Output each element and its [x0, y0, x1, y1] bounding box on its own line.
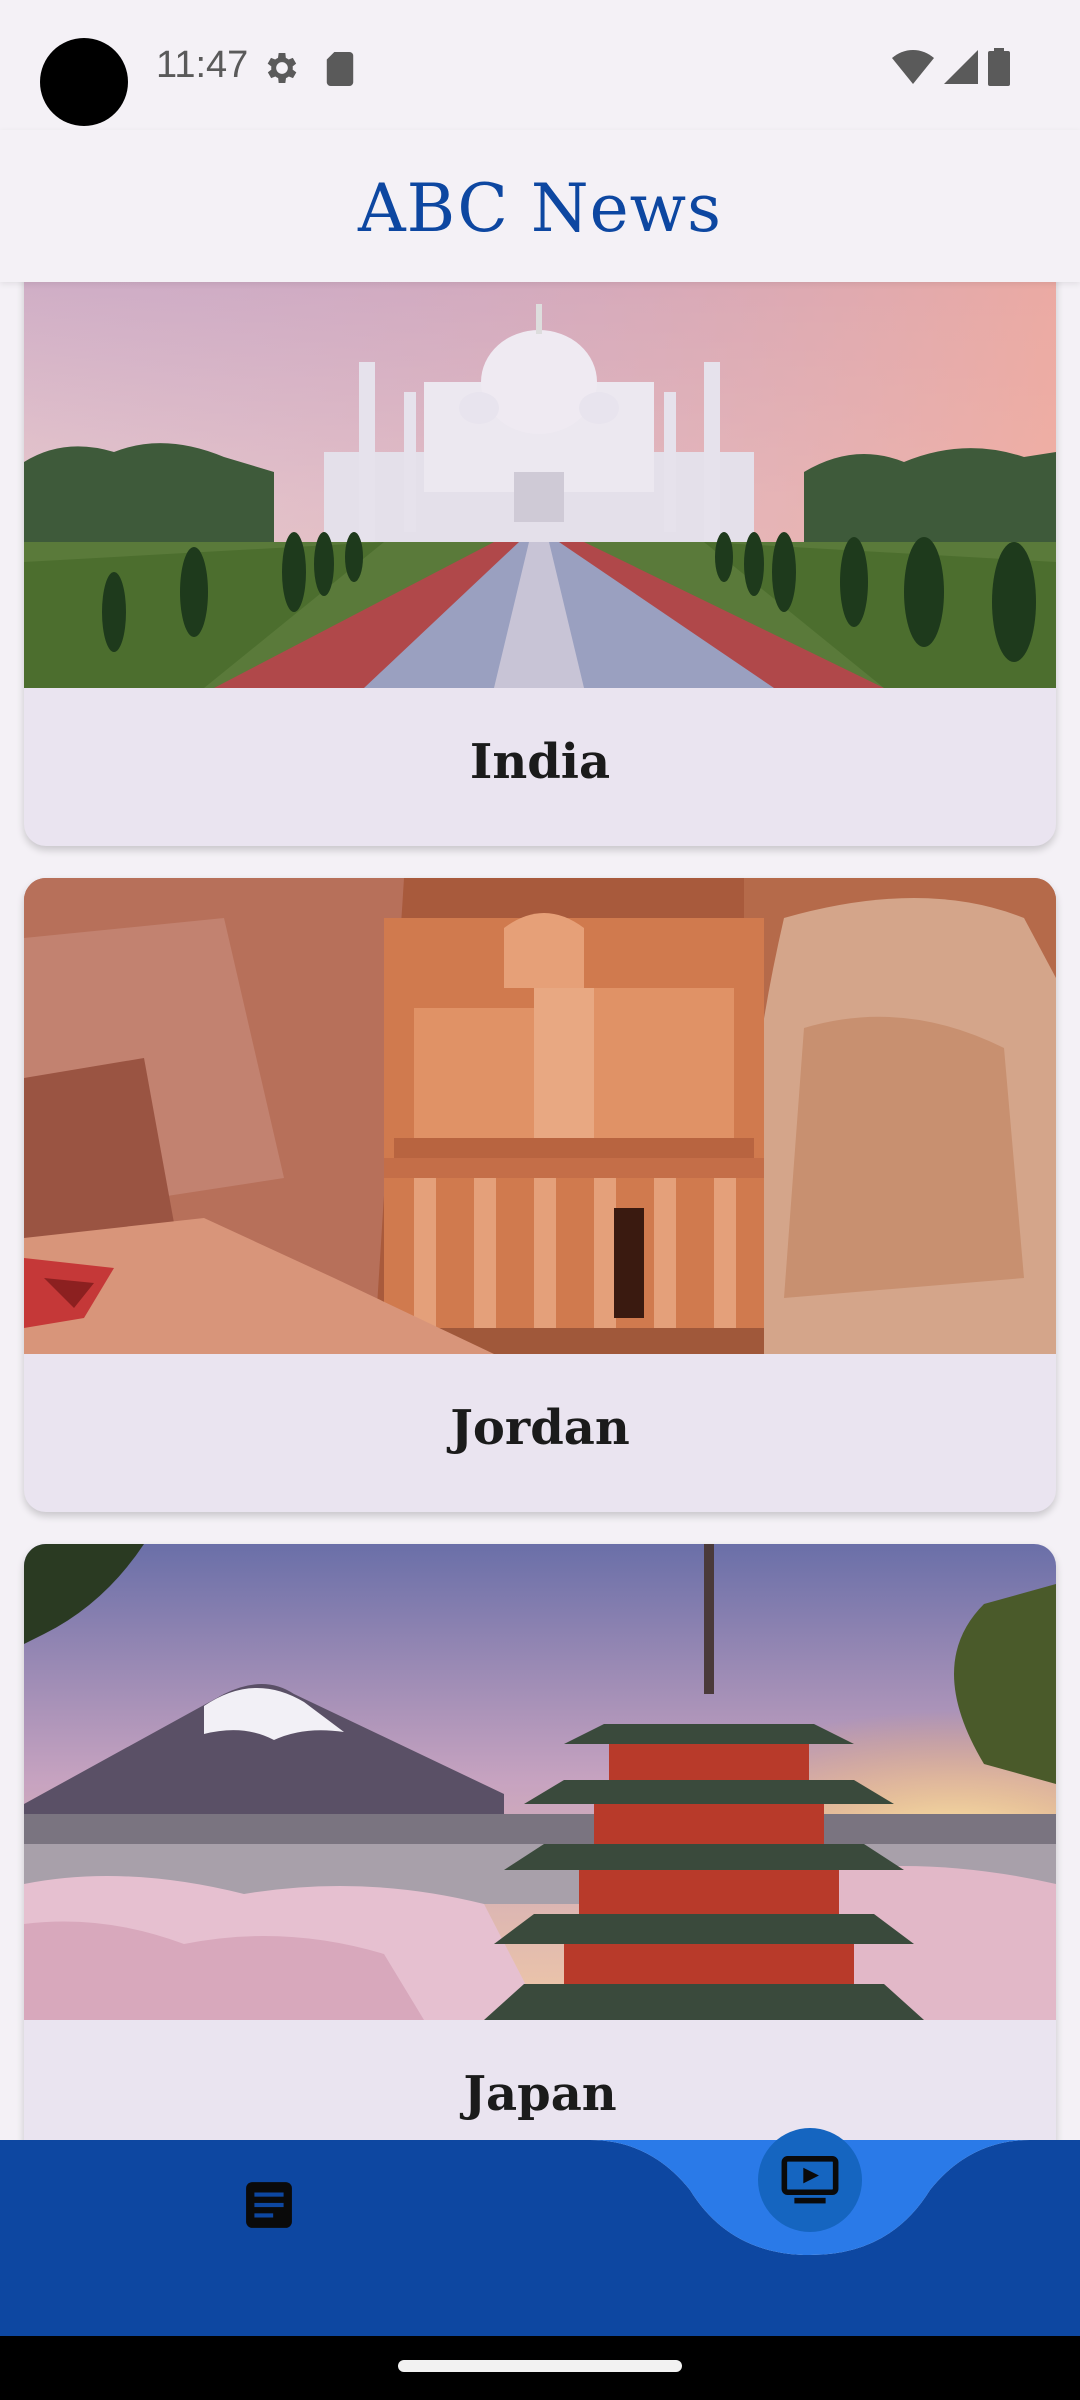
camera-cutout — [40, 38, 128, 126]
live-tv-nav-button[interactable] — [758, 2128, 862, 2232]
article-icon[interactable] — [244, 2180, 294, 2230]
system-gesture-bar — [0, 2336, 1080, 2400]
card-title: India — [469, 734, 611, 790]
country-card-jordan[interactable]: Jordan — [24, 878, 1056, 1512]
settings-gear-icon — [267, 53, 297, 83]
country-card-india[interactable]: India — [24, 282, 1056, 846]
battery-icon — [988, 48, 1010, 86]
cell-signal-icon — [944, 50, 978, 84]
app-bar: ABC News — [0, 130, 1080, 282]
card-title: Japan — [463, 2066, 617, 2122]
live-tv-icon — [781, 2156, 839, 2204]
card-image-petra — [24, 878, 1056, 1354]
bottom-nav-curved-background — [0, 2140, 1080, 2336]
sd-card-icon — [326, 52, 354, 86]
bottom-navigation — [0, 2128, 1080, 2336]
card-image-taj-mahal — [24, 282, 1056, 688]
card-title: Jordan — [450, 1400, 630, 1456]
status-icons — [892, 48, 1010, 86]
app-title: ABC News — [357, 170, 723, 247]
wifi-icon — [892, 50, 934, 84]
card-image-fuji-pagoda — [24, 1544, 1056, 2020]
status-time: 11:47 — [156, 44, 249, 86]
country-card-japan[interactable]: Japan — [24, 1544, 1056, 2140]
home-gesture-handle[interactable] — [398, 2360, 682, 2372]
country-list[interactable]: India Jordan Japan — [0, 282, 1080, 2140]
status-bar: 11:47 — [0, 0, 1080, 130]
